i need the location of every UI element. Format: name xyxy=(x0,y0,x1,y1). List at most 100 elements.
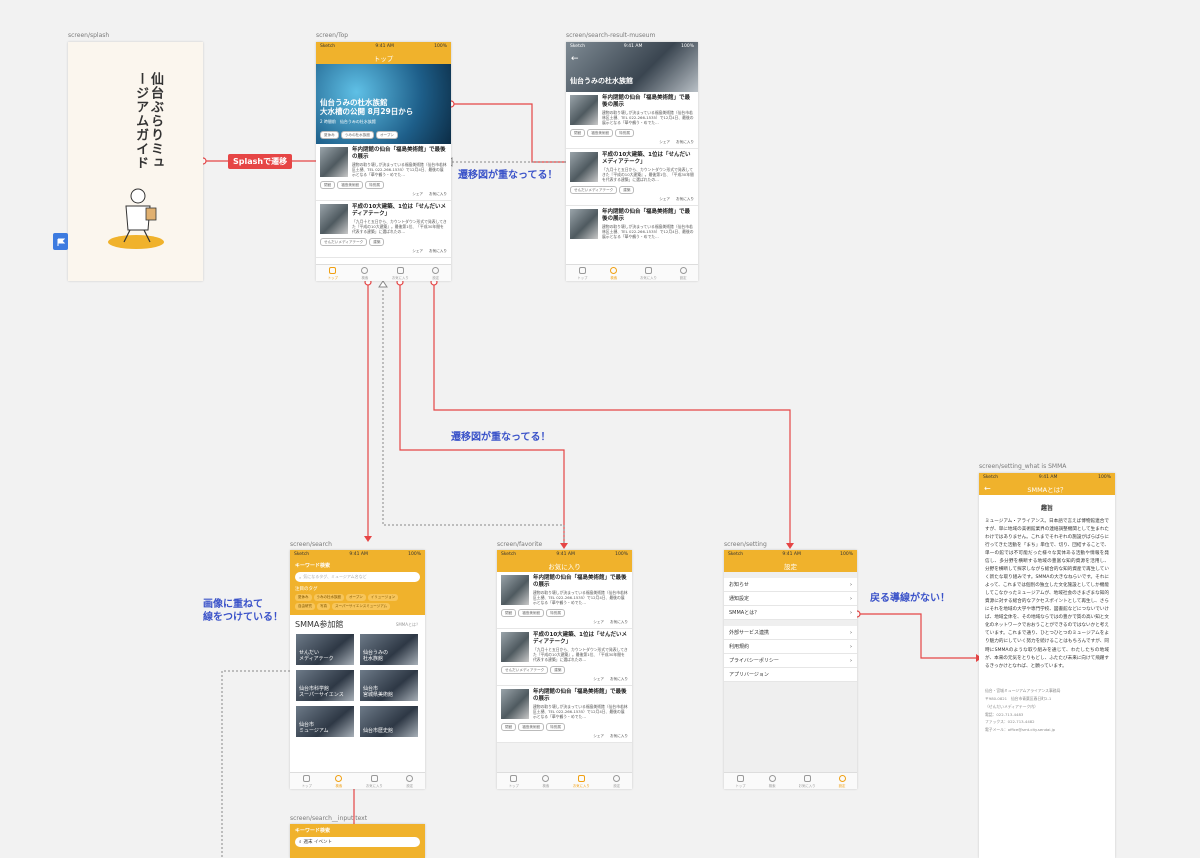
article-tag[interactable]: 閉館 xyxy=(501,723,517,732)
article-title: 年内閉館の仙台「福島美術館」で最後の展示 xyxy=(602,209,691,223)
article-tag[interactable]: せんだいメディアテーク xyxy=(570,186,618,195)
article-card[interactable]: 平成の10大建築、1位は「せんだいメディアテーク」 「九月十と五日から、カウント… xyxy=(316,201,451,259)
hero-tag[interactable]: 夏休み xyxy=(320,131,339,139)
tab-search[interactable]: 検索 xyxy=(542,774,550,788)
museum-tile[interactable]: 仙台市歴史館 xyxy=(360,706,418,737)
back-arrow-icon[interactable]: ← xyxy=(571,54,579,64)
tab-search[interactable]: 検索 xyxy=(361,266,369,280)
tab-top[interactable]: トップ xyxy=(328,266,338,280)
article-tag[interactable]: 福島美術館 xyxy=(337,181,364,190)
article-tag[interactable]: 建築 xyxy=(369,238,385,247)
museum-tile[interactable]: せんだい メディアテーク xyxy=(296,634,354,665)
search-tag[interactable]: スーパーサイエンスミュージアム xyxy=(332,603,390,610)
article-tag[interactable]: 特別展 xyxy=(365,181,384,190)
article-actions: シェア お気に入り xyxy=(501,620,628,625)
tab-favorite[interactable]: お気に入り xyxy=(640,266,657,280)
article-tag[interactable]: 特別展 xyxy=(546,609,565,618)
tab-search[interactable]: 検索 xyxy=(768,774,776,788)
museum-tile[interactable]: 仙台うみの 杜水族館 xyxy=(360,634,418,665)
article-tag[interactable]: 特別展 xyxy=(546,723,565,732)
tab-search[interactable]: 検索 xyxy=(335,774,343,788)
favorite-button[interactable]: お気に入り xyxy=(610,677,628,682)
article-tag[interactable]: せんだいメディアテーク xyxy=(501,666,549,675)
splash-title: 仙台ぶらりミュージアムガイド xyxy=(133,72,163,170)
article-tag[interactable]: 建築 xyxy=(550,666,566,675)
article-tag[interactable]: 福島美術館 xyxy=(518,609,545,618)
search-tag[interactable]: 写真 xyxy=(317,603,330,610)
favorite-button[interactable]: お気に入り xyxy=(676,140,694,145)
article-actions: シェア お気に入り xyxy=(501,677,628,682)
search-tag[interactable]: 自由研究 xyxy=(295,603,315,610)
article-card[interactable]: 年内閉館の仙台「福島美術館」で最後の展示 建物の取り壊しが決まっている福島美術館… xyxy=(566,92,698,150)
search-tag[interactable]: イリュージョン xyxy=(367,594,399,601)
article-tag[interactable]: 福島美術館 xyxy=(587,129,614,138)
tab-favorite[interactable]: お気に入り xyxy=(392,266,409,280)
hero-tag[interactable]: オープン xyxy=(375,131,399,139)
search-input[interactable]: ⌕ 週末 イベント xyxy=(295,837,420,847)
search-tag[interactable]: オープン xyxy=(346,594,366,601)
settings-row-version: アプリバージョン xyxy=(724,668,857,682)
hero-tag[interactable]: うみの杜水族館 xyxy=(340,131,374,139)
flag-icon[interactable] xyxy=(53,233,68,250)
share-button[interactable]: シェア xyxy=(593,734,604,739)
article-tag[interactable]: 閉館 xyxy=(570,129,586,138)
share-button[interactable]: シェア xyxy=(659,140,670,145)
article-card[interactable]: 年内閉館の仙台「福島美術館」で最後の展示 建物の取り壊しが決まっている福島美術館… xyxy=(316,144,451,202)
tab-top[interactable]: トップ xyxy=(509,774,519,788)
favorite-screen: Sketch 9:41 AM 100% お気に入り 年内閉館の仙台「福島美術館」で最… xyxy=(497,550,632,789)
museum-tile[interactable]: 仙台市科学館 スーパーサイエンス xyxy=(296,670,354,701)
share-button[interactable]: シェア xyxy=(412,192,423,197)
article-tag[interactable]: せんだいメディアテーク xyxy=(320,238,368,247)
share-button[interactable]: シェア xyxy=(412,249,423,254)
tab-favorite[interactable]: お気に入り xyxy=(366,774,383,788)
back-arrow-icon[interactable]: ← xyxy=(984,484,991,493)
article-tag[interactable]: 閉館 xyxy=(501,609,517,618)
share-button[interactable]: シェア xyxy=(659,197,670,202)
screen-label-splash: screen/splash xyxy=(68,32,110,39)
tab-setting[interactable]: 設定 xyxy=(432,266,440,280)
tab-top[interactable]: トップ xyxy=(302,774,312,788)
article-card[interactable]: 平成の10大建築、1位は「せんだいメディアテーク」 「九月十と五日から、カウント… xyxy=(497,629,632,687)
settings-row-smma[interactable]: SMMAとは？ › xyxy=(724,606,857,620)
tab-setting[interactable]: 設定 xyxy=(838,774,846,788)
article-tag[interactable]: 福島美術館 xyxy=(518,723,545,732)
hero-title: 仙台うみの杜水族館 大水槽の公開 8月29日から xyxy=(320,98,414,116)
article-card[interactable]: 年内閉館の仙台「福島美術館」で最後の展示 建物の取り壊しが決まっている福島美術館… xyxy=(497,572,632,630)
favorite-button[interactable]: お気に入り xyxy=(610,734,628,739)
article-body: 建物の取り壊しが決まっている福島美術館（仙台市若林区土樋、TEL 022-266… xyxy=(352,161,447,177)
settings-row-terms[interactable]: 利用規約 › xyxy=(724,640,857,654)
search-tag[interactable]: 夏休み xyxy=(295,594,312,601)
article-tag[interactable]: 建築 xyxy=(619,186,635,195)
article-tag[interactable]: 閉館 xyxy=(320,181,336,190)
article-card[interactable]: 平成の10大建築、1位は「せんだいメディアテーク」 「九月十と五日から、カウント… xyxy=(566,149,698,207)
article-card[interactable]: 年内閉館の仙台「福島美術館」で最後の展示 建物の取り壊しが決まっている福島美術館… xyxy=(566,206,698,242)
share-button[interactable]: シェア xyxy=(593,620,604,625)
tab-favorite[interactable]: お気に入り xyxy=(573,774,590,788)
article-tag[interactable]: 特別展 xyxy=(615,129,634,138)
museum-tile[interactable]: 仙台市 宮城県美術館 xyxy=(360,670,418,701)
tab-top[interactable]: トップ xyxy=(735,774,746,788)
settings-row-external[interactable]: 外部サービス連携 › xyxy=(724,626,857,640)
section-title: SMMA参加館 xyxy=(295,620,344,629)
smma-link[interactable]: SMMAとは？ xyxy=(396,622,420,628)
favorite-button[interactable]: お気に入り xyxy=(429,249,447,254)
tab-setting[interactable]: 設定 xyxy=(613,774,621,788)
hero-banner[interactable]: 仙台うみの杜水族館 大水槽の公開 8月29日から 2 時間前 仙台うみの杜水族館… xyxy=(316,64,451,144)
tab-favorite[interactable]: お気に入り xyxy=(799,774,816,788)
article-card[interactable]: 年内閉館の仙台「福島美術館」で最後の展示 建物の取り壊しが決まっている福島美術館… xyxy=(497,686,632,744)
settings-row-news[interactable]: お知らせ › xyxy=(724,578,857,592)
settings-row-notify[interactable]: 通知設定 › xyxy=(724,592,857,606)
favorite-button[interactable]: お気に入り xyxy=(429,192,447,197)
museum-tile[interactable]: 仙台市 ミュージアム xyxy=(296,706,354,737)
hero-subtitle: 2 時間前 仙台うみの杜水族館 xyxy=(320,119,376,124)
share-button[interactable]: シェア xyxy=(593,677,604,682)
favorite-button[interactable]: お気に入り xyxy=(676,197,694,202)
favorite-button[interactable]: お気に入り xyxy=(610,620,628,625)
tab-setting[interactable]: 設定 xyxy=(679,266,687,280)
tab-setting[interactable]: 設定 xyxy=(406,774,414,788)
search-tag[interactable]: うみの杜水族館 xyxy=(313,594,344,601)
search-input[interactable]: ⌕ 気になるタグ、ミュージアム名など xyxy=(295,572,420,582)
tab-search[interactable]: 検索 xyxy=(610,266,618,280)
tab-top[interactable]: トップ xyxy=(577,266,588,280)
settings-row-privacy[interactable]: プライバシーポリシー › xyxy=(724,654,857,668)
